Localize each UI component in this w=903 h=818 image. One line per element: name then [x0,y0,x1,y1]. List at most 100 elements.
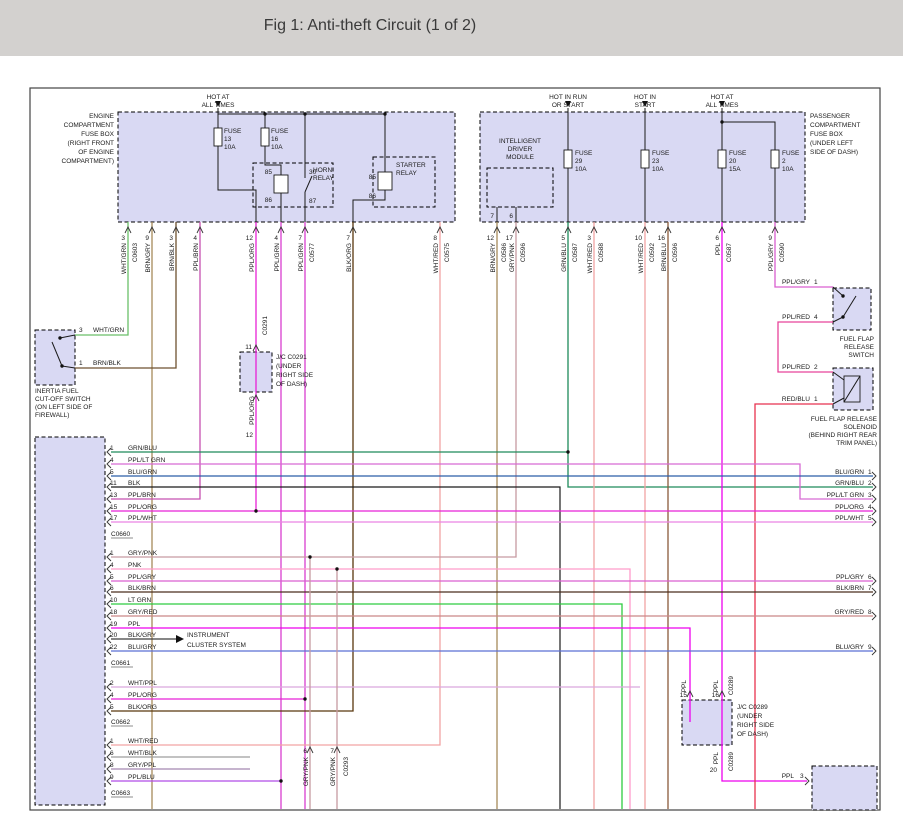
diagram-label: 5 [110,469,114,476]
diagram-label: C0586 [501,243,508,263]
junction-dot [263,112,266,115]
diagram-label: PPL/RED [782,314,810,321]
diagram-label: 29 [575,158,583,165]
diagram-label: BLK/ORG [128,704,157,711]
diagram-label: 85 [265,169,273,176]
diagram-label: J/C C0291 [276,354,307,361]
fuse-29-symbol [564,150,572,168]
diagram-label: 13 [224,136,232,143]
diagram-label: 8 [433,235,437,242]
diagram-label: PPL/BRN [128,492,156,499]
arrow-cluster-system [176,635,184,643]
diagram-label: 7 [868,585,872,592]
diagram-label: BLU/GRY [836,644,865,651]
diagram-label: 10A [575,166,587,173]
diagram-label: BRN/BLK [169,242,176,270]
diagram-label: OF DASH) [276,381,307,388]
diagram-label: PPL [681,680,688,693]
diagram-label: 18 [110,609,118,616]
diagram-label: PPL/ORG [249,396,256,425]
diagram-label: J/C C0289 [737,704,768,711]
junction-dot [303,697,306,700]
diagram-label: FUSE [575,150,593,157]
diagram-label: BLU/GRN [128,469,157,476]
diagram-label: 3 [79,327,83,334]
diagram-label: BRN/BLU [661,243,668,271]
diagram-label: 3 [121,235,125,242]
diagram-label: PPL/GRN [274,243,281,272]
diagram-label: FIREWALL) [35,412,69,419]
diagram-label: TRIM PANEL) [836,440,877,447]
diagram-label: SIDE OF DASH) [810,149,858,156]
diagram-label: 2 [782,158,786,165]
diagram-label: 4 [110,562,114,569]
diagram-label: WHT/BLK [128,750,158,757]
diagram-label: PPL/GRN [298,243,305,272]
diagram-label: C0588 [598,243,605,263]
diagram-label: C0289 [728,752,735,772]
diagram-label: LT GRN [128,597,152,604]
diagram-label: PPL/GRY [836,574,865,581]
diagram-label: HOT IN [634,94,656,101]
diagram-label: GRY/PNK [330,756,337,786]
diagram-label: PPL/GRY [768,242,775,271]
diagram-label: 7 [346,235,350,242]
diagram-label: C0577 [309,243,316,263]
diagram-label: INTELLIGENT [499,138,541,145]
diagram-label: C0661 [111,660,131,667]
diagram-label: 16 [271,136,279,143]
diagram-label: 5 [110,574,114,581]
diagram-label: PPL [713,752,720,765]
diagram-label: PPL/ORG [249,243,256,272]
diagram-label: GRY/PPL [128,762,156,769]
diagram-label: 12 [246,235,254,242]
diagram-label: MODULE [506,154,534,161]
diagram-label: 13 [110,492,118,499]
diagram-label: C0662 [111,719,131,726]
diagram-label: BRN/GRY [490,242,497,272]
diagram-label: ALL TIMES [202,102,236,109]
diagram-label: 10A [224,144,236,151]
diagram-label: BLK/GRY [128,632,157,639]
fuse-2-symbol [771,150,779,168]
junction-dot [279,779,282,782]
diagram-label: 10A [782,166,794,173]
diagram-label: WHT/GRN [121,243,128,274]
diagram-label: 7 [330,748,334,755]
diagram-label: 1 [868,469,872,476]
diagram-label: 15 [110,504,118,511]
diagram-label: 4 [868,504,872,511]
starter-relay-coil [378,172,392,190]
junction-dot [308,555,311,558]
fuse-13-symbol [214,128,222,146]
diagram-label: OF DASH) [737,731,768,738]
diagram-label: FUSE BOX [81,131,115,138]
diagram-label: 4 [110,457,114,464]
diagram-label: WHT/PPL [128,680,157,687]
fuel-flap-solenoid-box [833,368,873,410]
wiring-diagram-canvas: ENGINECOMPARTMENTFUSE BOX(RIGHT FRONTOF … [0,0,903,818]
horn-relay-coil [274,175,288,193]
diagram-label: 1 [110,550,114,557]
diagram-label: C0596 [520,243,527,263]
diagram-label: HOT AT [711,94,734,101]
diagram-label: 86 [369,193,377,200]
diagram-label: 6 [715,235,719,242]
junction-dot [254,509,257,512]
diagram-label: INSTRUMENT [187,632,230,639]
diagram-label: C0289 [728,676,735,696]
diagram-label: RIGHT SIDE [276,372,314,379]
diagram-label: 3 [587,235,591,242]
diagram-label: 5 [110,704,114,711]
diagram-label: WHT/GRN [93,327,124,334]
diagram-label: ALL TIMES [706,102,740,109]
diagram-label: RED/BLU [782,396,810,403]
diagram-label: 1 [110,738,114,745]
wire-ppl-main [722,222,807,781]
diagram-label: PPL/ORG [835,504,864,511]
diagram-label: 20 [729,158,737,165]
diagram-label: C0587 [726,243,733,263]
diagram-label: PPL/GRY [782,279,811,286]
wire-red-blu [755,404,833,809]
junction-dot [58,336,61,339]
